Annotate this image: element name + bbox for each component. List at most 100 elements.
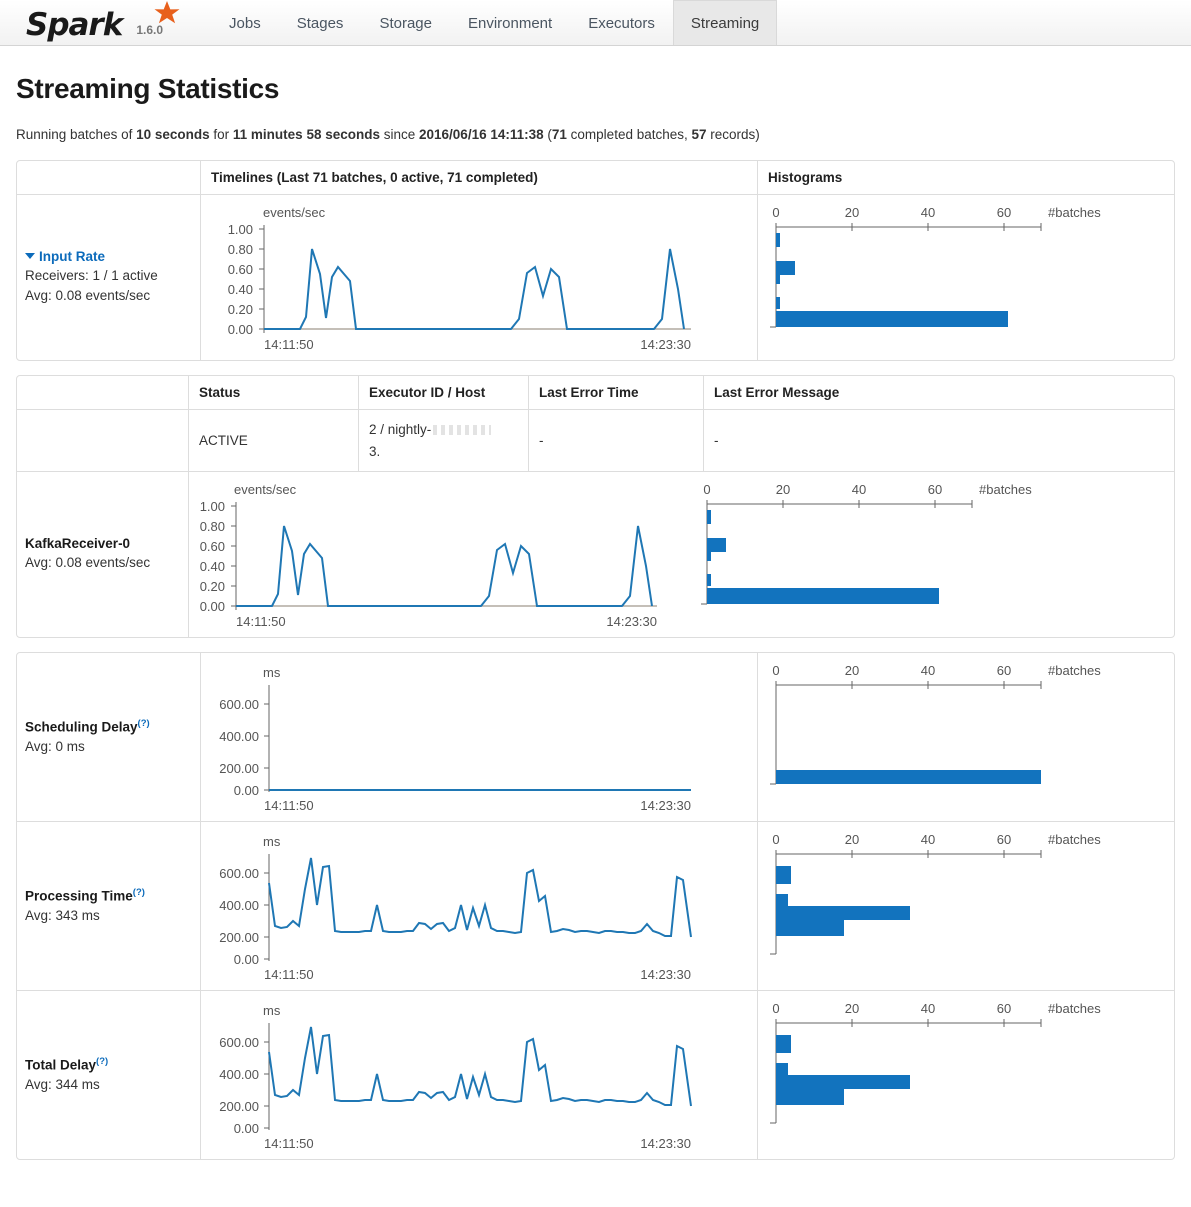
hist-bar-5 — [776, 297, 780, 309]
kafka-y-unit: events/sec — [234, 482, 297, 497]
total-delay-histogram-chart[interactable]: 0 20 40 60 #batches — [758, 991, 1174, 1159]
sd-xtick-end: 14:23:30 — [640, 798, 691, 813]
nav-tab-executors[interactable]: Executors — [570, 0, 673, 45]
completed-batches-value: 71 — [552, 127, 567, 142]
kafka-receiver-label-cell: KafkaReceiver-0 Avg: 0.08 events/sec — [17, 472, 189, 637]
pt-hist-x-unit: #batches — [1048, 832, 1101, 847]
kafka-receiver-histogram-chart[interactable]: 0 20 40 60 #batches — [689, 472, 1089, 637]
hist-xtick-40: 40 — [921, 205, 935, 220]
kafka-receiver-title: KafkaReceiver-0 — [25, 536, 178, 551]
kafka-ytick-0.60: 0.60 — [200, 539, 225, 554]
batch-interval-value: 10 seconds — [136, 127, 210, 142]
processing-time-timeline-chart[interactable]: ms 600.00 400.00 200.00 0.00 14:11:50 14… — [201, 822, 757, 990]
subtitle-text-2: for — [210, 127, 233, 142]
header-blank — [17, 161, 201, 195]
td-y-unit: ms — [263, 1003, 281, 1018]
nav-tab-jobs[interactable]: Jobs — [211, 0, 279, 45]
receiver-blank-cell — [17, 410, 189, 472]
pt-hist-xtick-40: 40 — [921, 832, 935, 847]
scheduling-delay-histogram-chart[interactable]: 0 20 40 60 #batches — [758, 653, 1174, 821]
kafka-ytick-0.40: 0.40 — [200, 559, 225, 574]
nav-tab-storage[interactable]: Storage — [361, 0, 450, 45]
sd-ytick-0: 0.00 — [234, 783, 259, 798]
scheduling-delay-row: Scheduling Delay(?) Avg: 0 ms ms 600.00 … — [17, 653, 1174, 822]
sd-hist-svg: 0 20 40 60 #batches — [758, 659, 1158, 814]
subtitle-text-4: ( — [544, 127, 552, 142]
pt-hist-svg: 0 20 40 60 #batches — [758, 828, 1158, 983]
processing-time-avg: Avg: 343 ms — [25, 906, 190, 926]
td-hist-bar-4 — [776, 1075, 910, 1089]
chevron-down-icon — [25, 253, 35, 259]
subtitle-text-3: since — [380, 127, 419, 142]
kafka-receiver-charts-cell: events/sec 1.00 0.80 0.60 0.40 0.20 0.00 — [189, 472, 1174, 637]
total-delay-timeline-svg: ms 600.00 400.00 200.00 0.00 14:11:50 14… — [201, 997, 731, 1152]
help-icon-processing-time[interactable]: (?) — [133, 887, 145, 898]
input-rate-receivers: Receivers: 1 / 1 active — [25, 266, 190, 286]
sd-hist-bar-6 — [776, 770, 1041, 784]
sd-ytick-600: 600.00 — [219, 697, 259, 712]
total-delay-avg: Avg: 344 ms — [25, 1075, 190, 1095]
pt-hist-bar-3 — [776, 894, 788, 906]
help-icon-total-delay[interactable]: (?) — [96, 1056, 108, 1067]
td-ytick-200: 200.00 — [219, 1099, 259, 1114]
nav-tab-streaming[interactable]: Streaming — [673, 0, 777, 45]
kafka-hist-xtick-60: 60 — [928, 482, 942, 497]
kafka-hist-x-unit: #batches — [979, 482, 1032, 497]
help-icon-scheduling-delay[interactable]: (?) — [138, 718, 150, 729]
receiver-executor-host: 2 / nightly- 3. — [359, 410, 529, 472]
kafka-hist-bar-0 — [707, 510, 711, 524]
total-delay-timeline-chart[interactable]: ms 600.00 400.00 200.00 0.00 14:11:50 14… — [201, 991, 757, 1159]
input-rate-y-unit: events/sec — [263, 205, 326, 220]
receiver-header-error-time: Last Error Time — [529, 376, 704, 410]
input-rate-histogram-cell: 0 20 40 60 #batches — [758, 195, 1174, 360]
kafka-hist-bar-6 — [707, 588, 939, 604]
nav-tab-stages[interactable]: Stages — [279, 0, 362, 45]
input-rate-hist-svg: 0 20 40 60 #batches — [758, 201, 1158, 353]
pt-ytick-600: 600.00 — [219, 866, 259, 881]
sd-hist-xtick-40: 40 — [921, 663, 935, 678]
scheduling-delay-label-cell: Scheduling Delay(?) Avg: 0 ms — [17, 653, 201, 822]
scheduling-delay-timeline-chart[interactable]: ms 600.00 400.00 200.00 0.00 14:11:50 14… — [201, 653, 757, 821]
processing-time-timeline-svg: ms 600.00 400.00 200.00 0.00 14:11:50 14… — [201, 828, 731, 983]
ytick-0.20: 0.20 — [228, 302, 253, 317]
top-navbar: Spark 1.6.0 Jobs Stages Storage Environm… — [0, 0, 1191, 46]
input-rate-toggle[interactable]: Input Rate — [25, 249, 190, 264]
ytick-0.00: 0.00 — [228, 322, 253, 337]
input-rate-histogram-chart[interactable]: 0 20 40 60 #batches — [758, 195, 1174, 360]
td-hist-xtick-20: 20 — [845, 1001, 859, 1016]
td-hist-x-unit: #batches — [1048, 1001, 1101, 1016]
hist-bar-2 — [776, 261, 795, 275]
kafka-xtick-end: 14:23:30 — [606, 614, 657, 629]
subtitle-text-6: records) — [707, 127, 760, 142]
pt-hist-xtick-20: 20 — [845, 832, 859, 847]
nav-tab-environment[interactable]: Environment — [450, 0, 570, 45]
td-hist-bar-3 — [776, 1063, 788, 1075]
receiver-executor-line2: 3. — [369, 444, 380, 459]
input-rate-timeline-chart[interactable]: events/sec 1.00 0.80 0.60 0.40 0.20 0.00 — [201, 195, 757, 360]
kafka-hist-xtick-40: 40 — [852, 482, 866, 497]
sd-ytick-200: 200.00 — [219, 761, 259, 776]
scheduling-delay-title-text: Scheduling Delay — [25, 720, 138, 735]
scheduling-delay-histogram-cell: 0 20 40 60 #batches — [758, 653, 1174, 822]
total-delay-title-text: Total Delay — [25, 1058, 96, 1073]
delays-table: Scheduling Delay(?) Avg: 0 ms ms 600.00 … — [16, 652, 1175, 1160]
receiver-table: Status Executor ID / Host Last Error Tim… — [16, 375, 1175, 638]
records-value: 57 — [692, 127, 707, 142]
receiver-header-blank — [17, 376, 189, 410]
pt-hist-bar-1 — [776, 866, 791, 884]
kafka-timeline-svg: events/sec 1.00 0.80 0.60 0.40 0.20 0.00 — [189, 478, 689, 630]
processing-time-title: Processing Time(?) — [25, 887, 190, 904]
scheduling-delay-title: Scheduling Delay(?) — [25, 718, 190, 735]
processing-time-histogram-chart[interactable]: 0 20 40 60 #batches — [758, 822, 1174, 990]
subtitle-text-1: Running batches of — [16, 127, 136, 142]
processing-time-label-cell: Processing Time(?) Avg: 343 ms — [17, 822, 201, 991]
ytick-0.80: 0.80 — [228, 242, 253, 257]
spark-logo-link[interactable]: Spark 1.6.0 — [0, 10, 169, 45]
kafka-receiver-timeline-chart[interactable]: events/sec 1.00 0.80 0.60 0.40 0.20 0.00 — [189, 472, 689, 637]
scheduling-delay-timeline-svg: ms 600.00 400.00 200.00 0.00 14:11:50 14… — [201, 659, 731, 814]
ytick-1.00: 1.00 — [228, 222, 253, 237]
processing-time-timeline-cell: ms 600.00 400.00 200.00 0.00 14:11:50 14… — [201, 822, 758, 991]
pt-y-unit: ms — [263, 834, 281, 849]
input-rate-timeline-cell: events/sec 1.00 0.80 0.60 0.40 0.20 0.00 — [201, 195, 758, 360]
subtitle-text-5: completed batches, — [567, 127, 692, 142]
